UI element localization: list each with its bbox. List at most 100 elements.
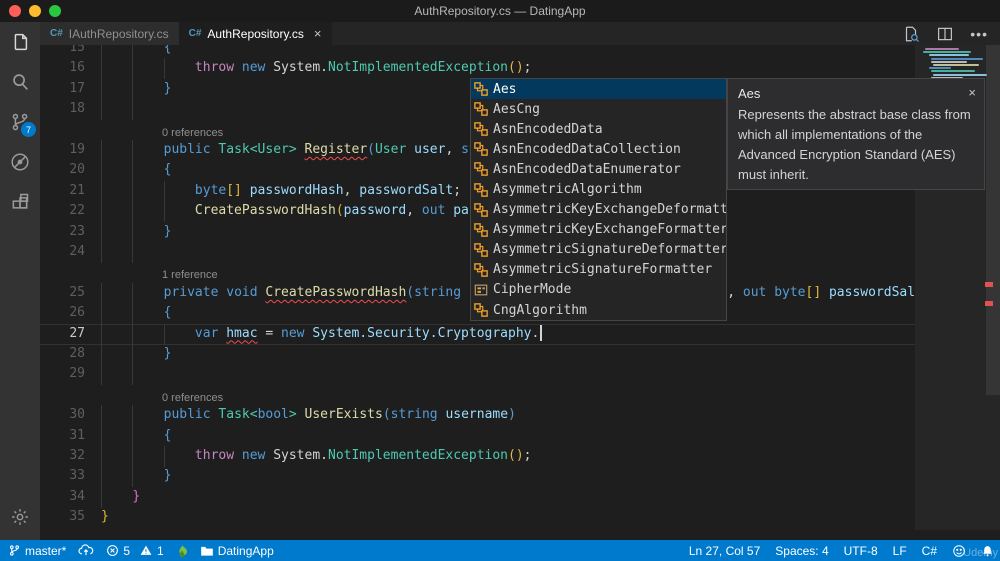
indentation-status[interactable]: Spaces: 4 [775, 544, 828, 558]
minimap-code-line [929, 67, 951, 70]
suggest-item-asnencodeddata[interactable]: AsnEncodedData [471, 119, 726, 139]
line-number: 28 [69, 346, 85, 361]
indent-guide [132, 364, 134, 386]
code-text: throw new System.NotImplementedException… [194, 448, 532, 463]
suggest-item-asymmetricalgorithm[interactable]: AsymmetricAlgorithm [471, 179, 726, 199]
text-cursor [540, 324, 542, 341]
class-symbol-icon [474, 82, 488, 96]
suggest-item-asnencodeddataenumerator[interactable]: AsnEncodedDataEnumerator [471, 159, 726, 179]
more-actions-icon[interactable]: ••• [970, 26, 988, 42]
encoding-status[interactable]: UTF-8 [844, 544, 878, 558]
suggest-item-label: CipherMode [493, 282, 572, 298]
class-symbol-icon [474, 263, 488, 277]
minimap-code-line [923, 51, 971, 54]
problems-status[interactable]: 5 1 [106, 543, 164, 558]
suggest-item-label: CngAlgorithm [493, 302, 587, 318]
suggest-item-aes[interactable]: Aes [471, 79, 726, 100]
line-number: 21 [69, 182, 85, 198]
close-tab-icon[interactable]: × [314, 27, 322, 40]
suggest-item-asymmetricsignaturedeformatter[interactable]: AsymmetricSignatureDeformatter [471, 240, 726, 260]
class-symbol-icon [474, 222, 488, 237]
feedback-smiley-icon[interactable] [952, 544, 966, 558]
manage-button[interactable] [0, 500, 40, 534]
notifications-bell-icon[interactable] [981, 544, 994, 558]
class-symbol-icon [474, 182, 488, 197]
line-number: 35 [69, 509, 85, 525]
code-line: 16 throw new System.NotImplementedExcept… [40, 58, 1000, 80]
split-editor-icon[interactable] [936, 25, 954, 43]
sidebar-item-source-control[interactable]: 7 [0, 102, 40, 142]
vertical-scrollbar[interactable] [986, 45, 1000, 395]
minimap-code-line [931, 60, 967, 63]
sidebar-item-search[interactable] [0, 62, 40, 102]
line-number: 26 [69, 305, 85, 321]
close-icon[interactable]: × [968, 86, 976, 99]
flame-extension-status[interactable] [176, 544, 188, 558]
indent-guide [101, 242, 102, 263]
vscode-window: AuthRepository.cs — DatingApp 7 C# IAuth… [0, 0, 1000, 561]
code-line: 28 } [40, 344, 1000, 365]
line-number: 34 [69, 488, 85, 504]
suggest-item-label: AsymmetricSignatureFormatter [493, 262, 713, 278]
window-title: AuthRepository.cs — DatingApp [414, 4, 586, 18]
class-symbol-icon [474, 102, 488, 116]
suggest-item-label: Aes [493, 81, 517, 97]
line-number: 32 [69, 448, 85, 463]
traffic-lights [0, 5, 61, 17]
code-line: 33 } [40, 466, 1000, 488]
close-window-button[interactable] [9, 5, 21, 17]
minimap-code-line [933, 64, 979, 66]
suggest-item-label: AesCng [493, 101, 540, 117]
code-text: public Task<bool> UserExists(string user… [163, 407, 516, 423]
suggest-item-aescng[interactable]: AesCng [471, 99, 726, 119]
suggest-item-ciphermode[interactable]: CipherMode [471, 280, 726, 300]
code-text: { [163, 162, 172, 178]
suggest-item-asymmetrickeyexchangedeformatter[interactable]: AsymmetricKeyExchangeDeformatter [471, 200, 726, 220]
enum-symbol-icon [474, 283, 488, 297]
suggest-item-cngalgorithm[interactable]: CngAlgorithm [471, 300, 726, 320]
minimize-window-button[interactable] [29, 5, 41, 17]
sidebar-item-extensions[interactable] [0, 182, 40, 222]
codelens[interactable]: 0 references [40, 385, 1000, 406]
suggest-item-asnencodeddatacollection[interactable]: AsnEncodedDataCollection [471, 139, 726, 159]
error-overview-mark [985, 282, 993, 287]
workspace-status[interactable]: DatingApp [200, 544, 274, 558]
language-mode-status[interactable]: C# [922, 544, 937, 558]
minimap-code-line [925, 48, 959, 50]
eol-status[interactable]: LF [893, 544, 907, 558]
code-text: { [163, 427, 172, 443]
code-line: 32 throw new System.NotImplementedExcept… [40, 446, 1000, 467]
sidebar-item-debug[interactable] [0, 142, 40, 182]
open-changes-icon[interactable] [902, 25, 920, 43]
line-number: 20 [69, 162, 85, 178]
minimap-code-line [929, 54, 969, 57]
line-number: 24 [69, 244, 85, 259]
activity-bar: 7 [0, 22, 40, 540]
line-number: 23 [69, 223, 85, 239]
error-count: 5 [123, 543, 131, 558]
git-branch-status[interactable]: master* [8, 544, 66, 558]
code-text: } [101, 509, 109, 525]
doc-title: Aes [738, 86, 761, 101]
sidebar-item-explorer[interactable] [0, 22, 40, 62]
tab-authrepository[interactable]: C# AuthRepository.cs × [178, 22, 332, 45]
zoom-window-button[interactable] [49, 5, 61, 17]
search-icon [13, 74, 28, 90]
tab-iauthrepository[interactable]: C# IAuthRepository.cs [40, 22, 179, 45]
suggest-item-label: AsymmetricSignatureDeformatter [493, 242, 726, 258]
title-bar: AuthRepository.cs — DatingApp [0, 0, 1000, 22]
folder-icon [200, 546, 213, 556]
class-symbol-icon [474, 142, 488, 157]
class-symbol-icon [474, 242, 488, 257]
csharp-file-icon: C# [188, 28, 202, 39]
line-number: 18 [69, 101, 85, 117]
code-text: } [163, 80, 172, 96]
code-line: 34 } [40, 486, 1000, 508]
suggest-item-asymmetricsignatureformatter[interactable]: AsymmetricSignatureFormatter [471, 260, 726, 280]
suggest-item-asymmetrickeyexchangeformatter[interactable]: AsymmetricKeyExchangeFormatter [471, 220, 726, 240]
sync-status[interactable] [78, 544, 94, 557]
code-line: 27 var hmac = new System.Security.Crypto… [40, 323, 1000, 345]
cursor-position-status[interactable]: Ln 27, Col 57 [689, 544, 760, 558]
error-overview-mark [985, 301, 993, 306]
suggest-item-label: AsymmetricKeyExchangeDeformatter [493, 202, 726, 218]
